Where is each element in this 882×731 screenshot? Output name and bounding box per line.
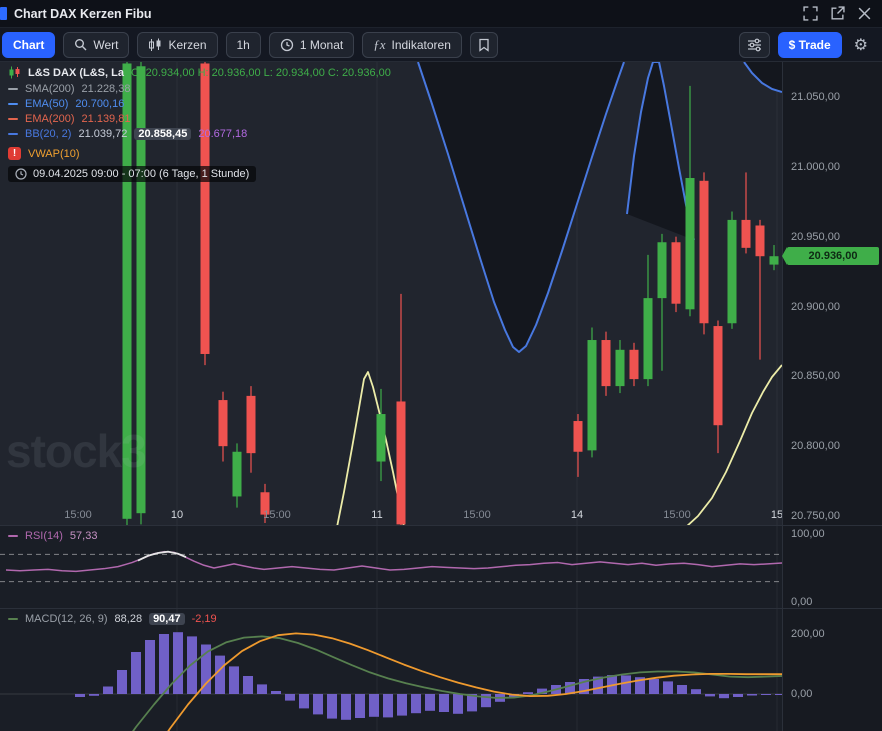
candlestick-icon (148, 38, 162, 52)
time-axis-label: 11 (371, 509, 383, 521)
time-axis-label: 15:00 (663, 509, 691, 521)
axis-label: 20.950,00 (791, 230, 840, 243)
range-label: 1 Monat (299, 37, 344, 52)
trade-button[interactable]: $ Trade (777, 31, 842, 58)
titlebar: Chart DAX Kerzen Fibu (0, 0, 882, 28)
macd-label: MACD(12, 26, 9) (25, 613, 108, 625)
bb-swatch (8, 133, 18, 135)
legend-instrument-row[interactable]: L&S DAX (L&S, La O: 20.934,00 H: 20.936,… (8, 66, 391, 79)
bb-label: BB(20, 2) (25, 128, 72, 140)
time-axis: 15:00 10 15:00 11 15:00 14 15:00 15 (0, 509, 783, 525)
chart-area: stock3 L&S DAX (L&S, La O: 20.934,00 H: … (0, 62, 882, 731)
axis-label: 20.750,00 (791, 510, 840, 522)
bb-middle-value: 20.858,45 (134, 128, 192, 140)
legend-timeframe-row: 09.04.2025 09:00 - 07:00 (6 Tage, 1 Stun… (8, 166, 257, 182)
time-axis-label: 10 (170, 509, 184, 521)
macd-value: 88,28 (114, 613, 143, 625)
bb-upper-value: 21.039,72 (78, 128, 128, 140)
range-button[interactable]: 1 Monat (268, 31, 355, 58)
time-axis-label: 15:00 (463, 509, 491, 521)
legend-rsi-row[interactable]: RSI(14) 57,33 (8, 530, 97, 542)
trading-chart-app: Chart DAX Kerzen Fibu Chart Wert Kerzen … (0, 0, 882, 731)
axis-label: 21.050,00 (791, 91, 840, 103)
titlebar-actions (803, 6, 872, 21)
series-candle-icon (8, 66, 21, 79)
ema50-label: EMA(50) (25, 98, 69, 110)
timeframe-text: 09.04.2025 09:00 - 07:00 (6 Tage, 1 Stun… (33, 168, 250, 180)
interval-button[interactable]: 1h (225, 31, 261, 58)
last-price-badge: 20.936,00 (782, 247, 879, 266)
app-icon (0, 7, 7, 20)
axis-label: 20.900,00 (791, 300, 840, 313)
indicators-button[interactable]: ƒx Indikatoren (362, 31, 462, 58)
time-axis-label: 14 (570, 509, 584, 521)
bookmark-icon (478, 38, 490, 52)
bb-lower-value: 20.677,18 (198, 128, 248, 140)
warning-icon: ! (8, 147, 21, 160)
ema200-swatch (8, 118, 18, 120)
ema200-value: 21.139,81 (81, 113, 131, 125)
rsi-label: RSI(14) (25, 530, 63, 542)
legend-ema50-row[interactable]: EMA(50) 20.700,16 (8, 98, 124, 110)
symbol-search-button[interactable]: Wert (63, 31, 130, 58)
axis-label: 100,00 (791, 528, 825, 540)
sma-value: 21.228,38 (81, 83, 131, 95)
window-title: Chart DAX Kerzen Fibu (14, 6, 152, 21)
ema200-label: EMA(200) (25, 113, 75, 125)
axis-label: 20.800,00 (791, 440, 840, 453)
axis-label: 0,00 (791, 688, 813, 700)
macd-swatch (8, 618, 18, 620)
rsi-canvas[interactable] (0, 526, 782, 608)
sma-label: SMA(200) (25, 83, 75, 95)
sma-swatch (8, 88, 18, 90)
panel-separator[interactable] (0, 608, 882, 609)
vwap-label: VWAP(10) (28, 147, 80, 160)
legend-vwap-row[interactable]: ! VWAP(10) (8, 147, 80, 160)
indicators-label: Indikatoren (391, 37, 451, 52)
rsi-value: 57,33 (69, 530, 98, 542)
tune-icon (747, 37, 762, 52)
macd-canvas[interactable] (0, 609, 782, 731)
fx-icon: ƒx (373, 36, 386, 52)
expand-icon[interactable] (803, 6, 818, 21)
legend-sma-row[interactable]: SMA(200) 21.228,38 (8, 83, 130, 95)
ema50-value: 20.700,16 (75, 98, 125, 110)
toolbar: Chart Wert Kerzen 1h 1 Monat ƒx Indikato… (0, 28, 882, 62)
chart-button[interactable]: Chart (2, 31, 56, 58)
last-price-text: 20.936,00 (808, 250, 858, 263)
axis-label: 0,00 (791, 596, 813, 608)
tune-button[interactable] (738, 31, 770, 58)
ema50-swatch (8, 103, 18, 105)
legend-bb-row[interactable]: BB(20, 2) 21.039,72 20.858,45 20.677,18 (8, 128, 247, 140)
macd-hist-value: -2,19 (191, 613, 217, 625)
panel-separator[interactable] (0, 525, 882, 526)
time-axis-label: 15:00 (263, 509, 291, 521)
clock-icon (280, 38, 294, 52)
macd-signal-value: 90,47 (149, 613, 185, 625)
chart-type-button[interactable]: Kerzen (137, 31, 218, 58)
close-icon[interactable] (857, 6, 872, 21)
price-axis[interactable]: 20.936,00 21.050,00 21.000,00 20.950,00 20.… (782, 62, 882, 731)
time-axis-label: 15:00 (64, 509, 92, 521)
clock-small-icon (15, 168, 27, 180)
ohlc-values: O: 20.934,00 H: 20.936,00 L: 20.934,00 C… (130, 66, 391, 79)
axis-label: 200,00 (791, 628, 825, 640)
legend-ema200-row[interactable]: EMA(200) 21.139,81 (8, 113, 130, 125)
symbol-search-label: Wert (93, 37, 119, 52)
rsi-swatch (8, 535, 18, 537)
axis-label: 20.850,00 (791, 370, 840, 383)
search-icon (74, 38, 87, 51)
axis-label: 21.000,00 (791, 160, 840, 173)
bookmark-button[interactable] (469, 31, 498, 58)
chart-type-label: Kerzen (168, 37, 207, 52)
legend-macd-row[interactable]: MACD(12, 26, 9) 88,28 90,47 -2,19 (8, 613, 217, 625)
popout-icon[interactable] (830, 6, 845, 21)
settings-gear-icon[interactable]: ⚙ (850, 35, 872, 55)
instrument-name: L&S DAX (L&S, La (28, 66, 124, 79)
